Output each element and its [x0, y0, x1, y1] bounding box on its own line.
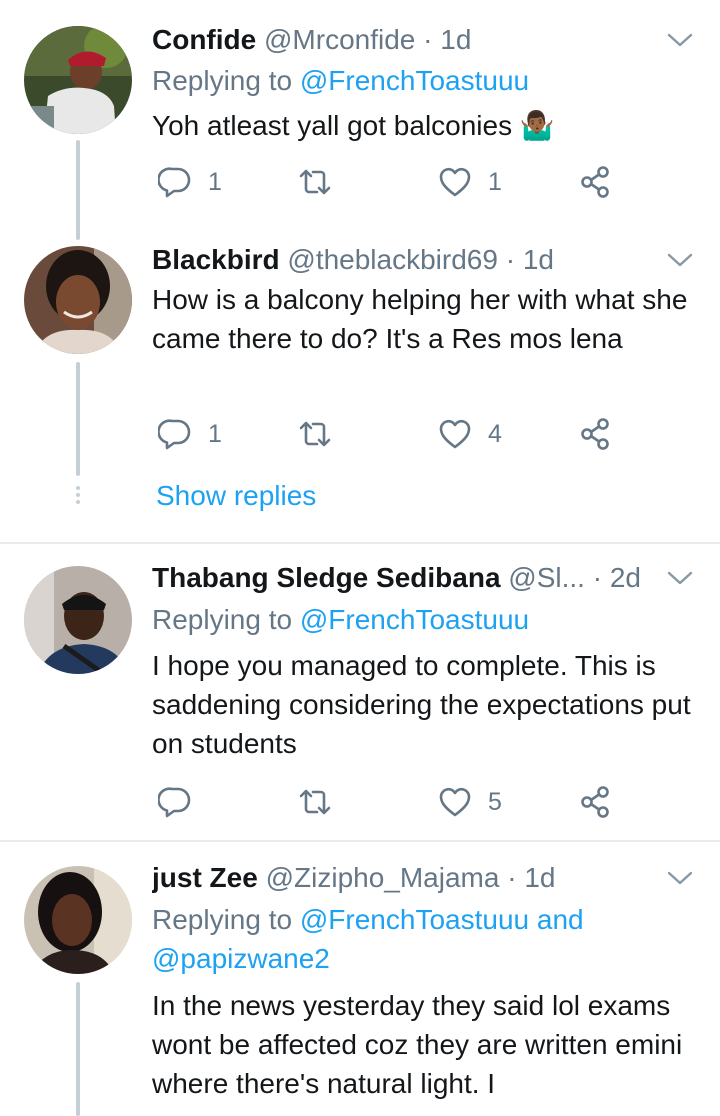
user-handle[interactable]: @Mrconfide [264, 24, 415, 55]
share-icon [581, 786, 609, 818]
display-name[interactable]: just Zee [152, 862, 258, 893]
display-name[interactable]: Confide [152, 24, 256, 55]
separator-dot: · [592, 562, 603, 593]
replying-label: Replying to [152, 904, 293, 935]
heart-icon [439, 167, 471, 197]
timestamp[interactable]: 1d [524, 862, 555, 893]
thread-line [76, 362, 80, 476]
tweet-text: How is a balcony helping her with what s… [152, 284, 688, 354]
like-button[interactable]: 4 [438, 414, 502, 454]
share-button[interactable] [578, 414, 612, 454]
tweet-thabang[interactable]: Thabang Sledge Sedibana @Sl... · 2d Repl… [0, 544, 720, 840]
chevron-down-icon[interactable] [666, 30, 694, 50]
tweet-just-zee[interactable]: just Zee @Zizipho_Majama · 1d Replying t… [0, 842, 720, 1116]
mention-and[interactable]: and [537, 904, 584, 935]
timestamp[interactable]: 1d [440, 24, 471, 55]
avatar[interactable] [24, 566, 132, 674]
reply-button[interactable]: 1 [158, 162, 222, 202]
timestamp[interactable]: 1d [523, 244, 554, 275]
reply-count: 1 [208, 419, 222, 448]
action-bar: 1 1 [152, 162, 632, 202]
reply-icon [158, 419, 191, 450]
avatar[interactable] [24, 26, 132, 134]
timestamp[interactable]: 2d [610, 562, 641, 593]
display-name[interactable]: Thabang Sledge Sedibana [152, 562, 501, 593]
chevron-down-icon[interactable] [666, 568, 694, 588]
tweet-text: Yoh atleast yall got balconies 🤷🏾‍♂️ [152, 110, 555, 141]
user-handle[interactable]: @theblackbird69 [287, 244, 498, 275]
retweet-icon [299, 169, 331, 195]
avatar[interactable] [24, 246, 132, 354]
tweet-header: just Zee @Zizipho_Majama · 1d [152, 860, 666, 896]
replying-to: Replying to @FrenchToastuuu [152, 600, 529, 640]
retweet-icon [299, 421, 331, 447]
retweet-button[interactable] [298, 782, 348, 822]
tweet-header: Confide @Mrconfide · 1d [152, 22, 666, 58]
avatar[interactable] [24, 866, 132, 974]
like-count: 1 [488, 167, 502, 196]
mention-link[interactable]: @FrenchToastuuu [300, 65, 529, 96]
like-count: 4 [488, 419, 502, 448]
share-icon [581, 418, 609, 450]
show-replies-link[interactable]: Show replies [156, 480, 316, 512]
user-handle[interactable]: @Sl... [508, 562, 585, 593]
action-bar: 5 [152, 782, 632, 822]
reply-icon [158, 787, 191, 818]
replying-to: Replying to @FrenchToastuuu [152, 61, 529, 101]
display-name[interactable]: Blackbird [152, 244, 280, 275]
share-button[interactable] [578, 782, 612, 822]
reply-count: 1 [208, 167, 222, 196]
reply-icon [158, 167, 191, 198]
tweet-text: In the news yesterday they said lol exam… [152, 990, 683, 1099]
share-icon [581, 166, 609, 198]
replying-to: Replying to @FrenchToastuuu and @papizwa… [152, 900, 672, 978]
chevron-down-icon[interactable] [666, 250, 694, 270]
heart-icon [439, 419, 471, 449]
replying-label: Replying to [152, 65, 293, 96]
separator-dot: · [505, 244, 516, 275]
mention-link-2[interactable]: @papizwane2 [152, 943, 330, 974]
share-button[interactable] [578, 162, 612, 202]
tweet-confide[interactable]: Confide @Mrconfide · 1d Replying to @Fre… [0, 0, 720, 240]
thread-line [76, 982, 80, 1116]
mention-link[interactable]: @FrenchToastuuu [300, 904, 529, 935]
replying-label: Replying to [152, 604, 293, 635]
reply-button[interactable] [158, 782, 208, 822]
like-count: 5 [488, 787, 502, 816]
tweet-text: I hope you managed to complete. This is … [152, 650, 691, 759]
separator-dot: · [507, 862, 517, 893]
tweet-header: Thabang Sledge Sedibana @Sl... · 2d [152, 560, 666, 596]
thread-line [76, 140, 80, 240]
retweet-button[interactable] [298, 162, 348, 202]
retweet-icon [299, 789, 331, 815]
tweet-blackbird[interactable]: Blackbird @theblackbird69 · 1d How is a … [0, 240, 720, 542]
heart-icon [439, 787, 471, 817]
retweet-button[interactable] [298, 414, 348, 454]
action-bar: 1 4 [152, 414, 632, 454]
reply-button[interactable]: 1 [158, 414, 222, 454]
chevron-down-icon[interactable] [666, 868, 694, 888]
mention-link[interactable]: @FrenchToastuuu [300, 604, 529, 635]
user-handle[interactable]: @Zizipho_Majama [266, 862, 500, 893]
thread-ellipsis [76, 486, 80, 507]
like-button[interactable]: 1 [438, 162, 502, 202]
like-button[interactable]: 5 [438, 782, 502, 822]
separator-dot: · [423, 24, 433, 55]
tweet-header: Blackbird @theblackbird69 · 1d [152, 242, 666, 278]
